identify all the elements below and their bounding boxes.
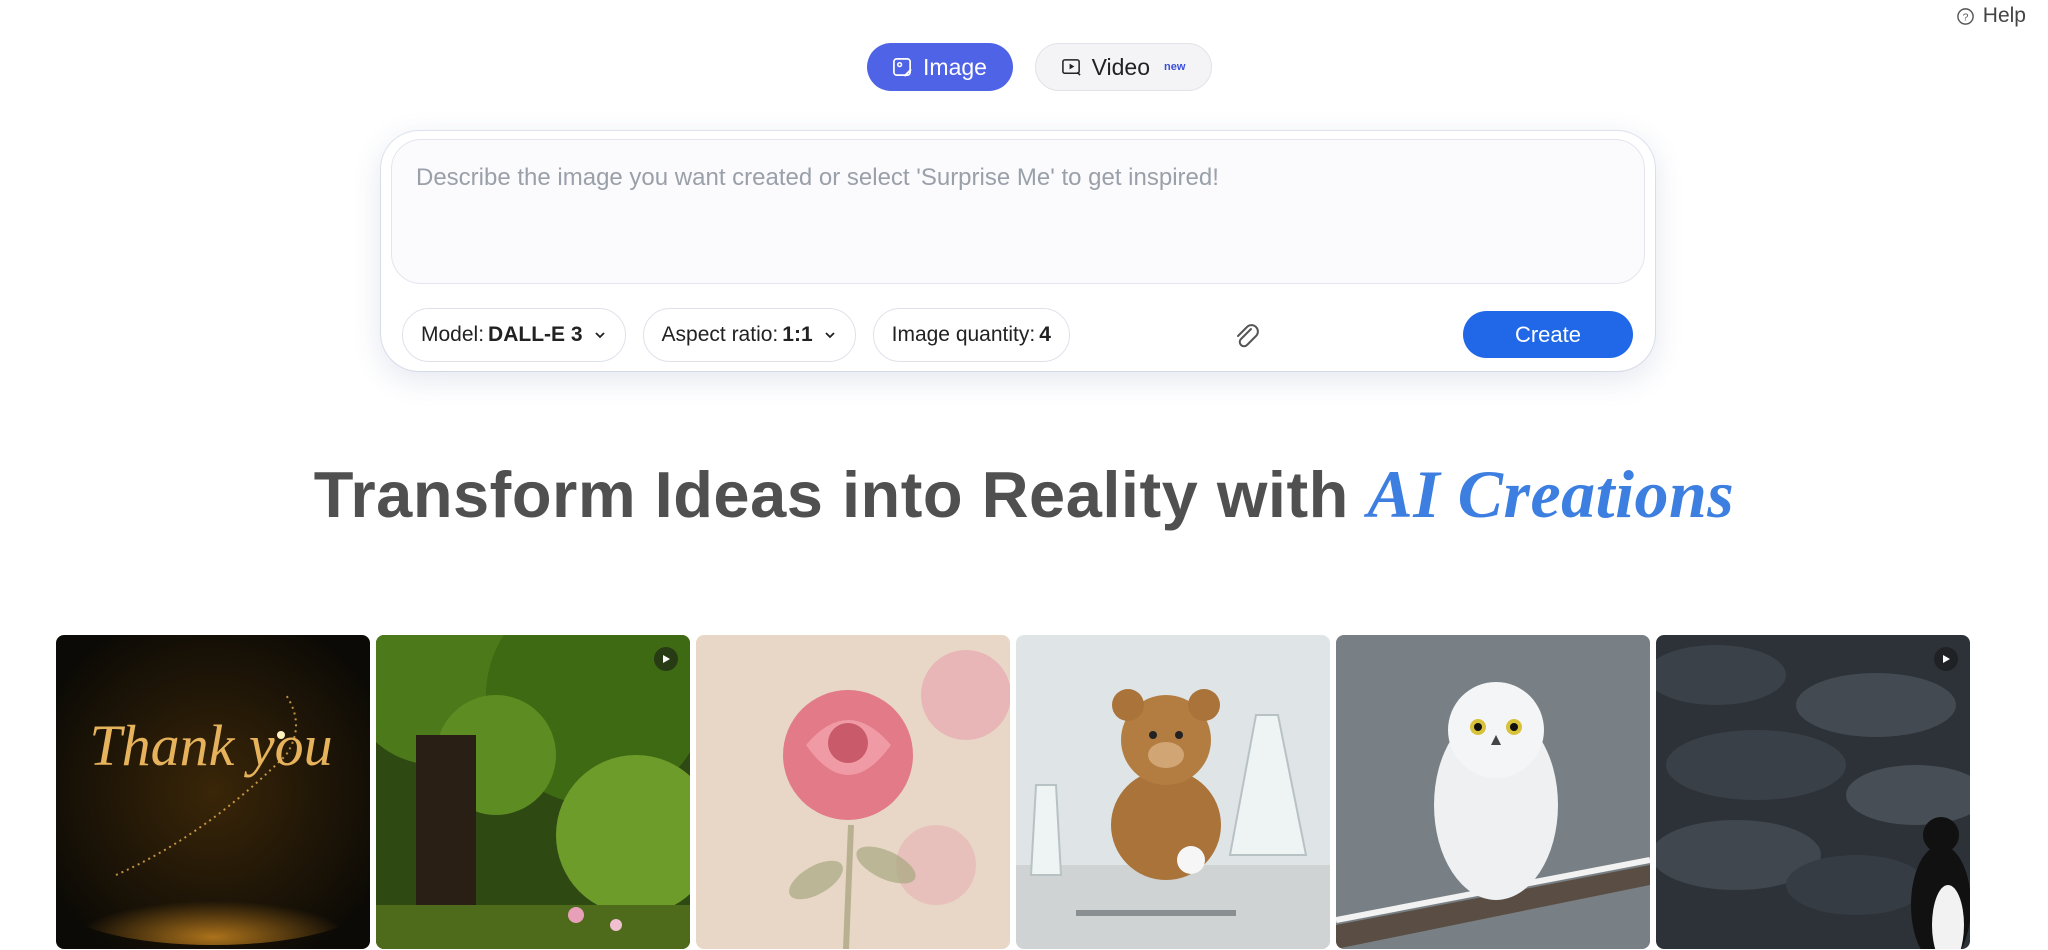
tab-video-label: Video: [1091, 53, 1150, 80]
thank-you-text: Thank you: [89, 713, 332, 778]
create-label: Create: [1514, 321, 1582, 347]
mode-tabs: Image Video new: [0, 43, 2048, 91]
example-gallery: Thank you: [56, 635, 1970, 949]
model-select[interactable]: Model: DALL-E 3: [402, 308, 626, 362]
help-link[interactable]: ? Help: [1956, 4, 2026, 28]
model-label: Model:: [421, 323, 485, 346]
new-badge: new: [1164, 61, 1186, 73]
page-headline: Transform Ideas into Reality with AI Cre…: [0, 455, 2048, 534]
tab-video[interactable]: Video new: [1034, 43, 1212, 91]
model-value: DALL-E 3: [488, 323, 583, 346]
penguin-image: [1656, 635, 1970, 949]
play-icon: [654, 647, 678, 671]
forest-tree-image: [376, 635, 690, 949]
gallery-tile-thank-you[interactable]: Thank you: [56, 635, 370, 949]
gallery-tile-owl[interactable]: [1336, 635, 1650, 949]
gallery-tile-rose[interactable]: [696, 635, 1010, 949]
headline-text: Transform Ideas into Reality with: [313, 458, 1368, 531]
prompt-input[interactable]: [391, 139, 1645, 284]
glass-rose-image: [696, 635, 1010, 949]
prompt-card: Model: DALL-E 3 Aspect ratio: 1:1 Image …: [381, 131, 1655, 371]
quantity-label: Image quantity:: [891, 323, 1036, 346]
snowy-owl-image: [1336, 635, 1650, 949]
svg-text:?: ?: [1962, 12, 1968, 23]
aspect-value: 1:1: [782, 323, 813, 346]
image-quantity-select[interactable]: Image quantity: 4: [872, 308, 1070, 362]
video-icon: [1061, 58, 1081, 76]
chevron-down-icon: [594, 332, 605, 339]
tab-image[interactable]: Image: [866, 43, 1013, 91]
gallery-tile-penguin[interactable]: [1656, 635, 1970, 949]
aspect-label: Aspect ratio:: [661, 323, 779, 346]
paperclip-icon[interactable]: [1231, 321, 1263, 353]
headline-accent: AI Creations: [1367, 456, 1735, 532]
gallery-tile-teddy[interactable]: [1016, 635, 1330, 949]
thank-you-image: Thank you: [56, 635, 370, 949]
chevron-down-icon: [824, 332, 835, 339]
quantity-value: 4: [1039, 323, 1051, 346]
image-edit-icon: [893, 57, 912, 77]
gallery-tile-forest[interactable]: [376, 635, 690, 949]
aspect-ratio-select[interactable]: Aspect ratio: 1:1: [642, 308, 856, 362]
question-circle-icon: ?: [1956, 7, 1974, 25]
create-button[interactable]: Create: [1463, 311, 1633, 358]
generation-options: Model: DALL-E 3 Aspect ratio: 1:1 Image …: [402, 308, 1070, 362]
play-icon: [1934, 647, 1958, 671]
teddy-bear-image: [1016, 635, 1330, 949]
help-label: Help: [1982, 4, 2026, 27]
tab-image-label: Image: [923, 53, 987, 80]
